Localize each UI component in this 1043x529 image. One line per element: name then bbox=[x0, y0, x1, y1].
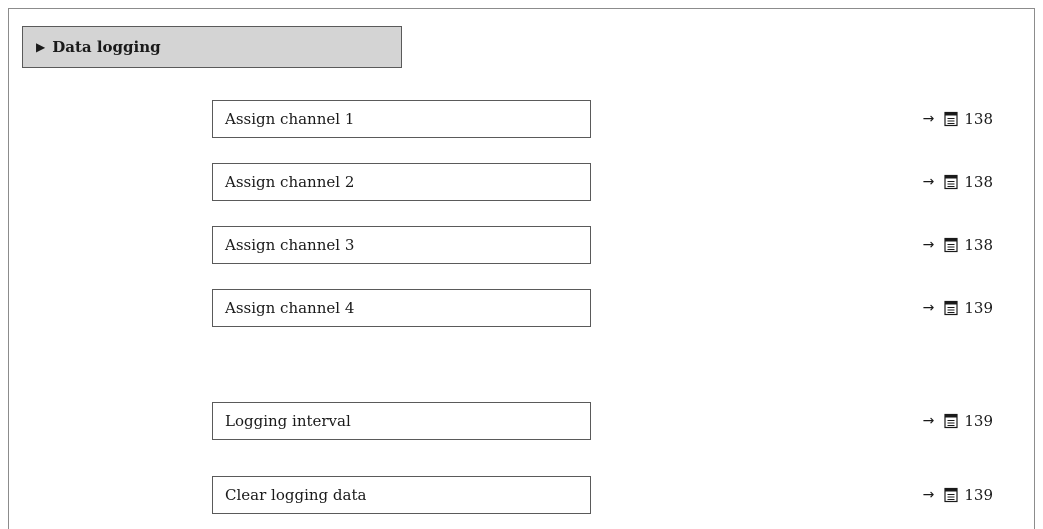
book-icon bbox=[944, 237, 958, 253]
parameter-row-assign-channel-2: Assign channel 2 → 138 bbox=[212, 163, 993, 201]
page-reference[interactable]: → 138 bbox=[923, 163, 993, 201]
parameter-assign-channel-3[interactable]: Assign channel 3 bbox=[212, 226, 591, 264]
arrow-right-icon: → bbox=[922, 413, 935, 429]
arrow-right-icon: → bbox=[922, 111, 935, 127]
parameter-row-clear-logging-data: Clear logging data → 139 bbox=[212, 476, 993, 514]
page-number: 139 bbox=[964, 486, 993, 504]
page-number: 138 bbox=[964, 236, 993, 254]
parameter-row-assign-channel-3: Assign channel 3 → 138 bbox=[212, 226, 993, 264]
page-number: 138 bbox=[964, 110, 993, 128]
page-number: 138 bbox=[964, 173, 993, 191]
book-icon bbox=[944, 111, 958, 127]
book-icon bbox=[944, 174, 958, 190]
book-icon bbox=[944, 413, 958, 429]
parameter-logging-interval[interactable]: Logging interval bbox=[212, 402, 591, 440]
book-icon bbox=[944, 300, 958, 316]
submenu-title: Data logging bbox=[52, 38, 161, 56]
page-number: 139 bbox=[964, 412, 993, 430]
data-logging-submenu-header[interactable]: ▶ Data logging bbox=[22, 26, 402, 68]
page-reference[interactable]: → 139 bbox=[923, 476, 993, 514]
page-reference[interactable]: → 138 bbox=[923, 100, 993, 138]
parameter-assign-channel-1[interactable]: Assign channel 1 bbox=[212, 100, 591, 138]
parameter-assign-channel-2[interactable]: Assign channel 2 bbox=[212, 163, 591, 201]
parameter-assign-channel-4[interactable]: Assign channel 4 bbox=[212, 289, 591, 327]
parameter-row-assign-channel-1: Assign channel 1 → 138 bbox=[212, 100, 993, 138]
arrow-right-icon: → bbox=[922, 487, 935, 503]
parameter-clear-logging-data[interactable]: Clear logging data bbox=[212, 476, 591, 514]
parameter-row-assign-channel-4: Assign channel 4 → 139 bbox=[212, 289, 993, 327]
arrow-right-icon: → bbox=[922, 174, 935, 190]
triangle-right-icon: ▶ bbox=[36, 40, 46, 54]
page-frame bbox=[8, 8, 1035, 529]
parameter-row-logging-interval: Logging interval → 139 bbox=[212, 402, 993, 440]
arrow-right-icon: → bbox=[922, 237, 935, 253]
page-reference[interactable]: → 139 bbox=[923, 402, 993, 440]
page-reference[interactable]: → 139 bbox=[923, 289, 993, 327]
arrow-right-icon: → bbox=[922, 300, 935, 316]
page-number: 139 bbox=[964, 299, 993, 317]
book-icon bbox=[944, 487, 958, 503]
page-reference[interactable]: → 138 bbox=[923, 226, 993, 264]
